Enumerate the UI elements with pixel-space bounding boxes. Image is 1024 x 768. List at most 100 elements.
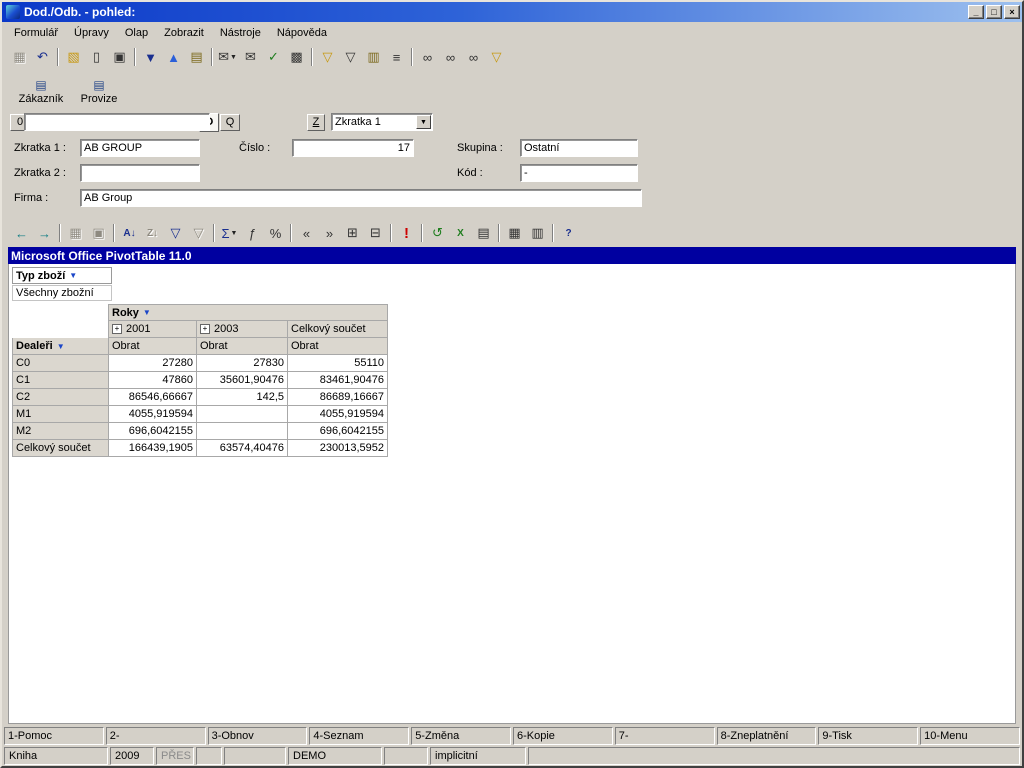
main-toolbar: ▦ ↶ ▧ ▯ ▣ ▼ ▲ ▤ ✉▼ ✉ ✓ ▩ ▽ ▽ ▥ ≡ ∞ ∞ ∞ ▽ [2,43,1022,71]
column-header-grand-total[interactable]: Celkový součet [288,321,388,338]
filter-clear-icon[interactable]: ▽ [485,46,508,68]
pivot-column-field[interactable]: Roky ▼ [109,304,388,321]
fkey-7[interactable]: 7- [615,727,715,745]
row-header-m1[interactable]: M1 [12,406,109,423]
row-header-grand-total[interactable]: Celkový součet [12,440,109,457]
fkey-10-menu[interactable]: 10-Menu [920,727,1020,745]
find-next-icon[interactable]: ∞ [439,46,462,68]
validate-icon[interactable]: ✓ [262,46,285,68]
open-folder-icon[interactable]: ▧ [62,46,85,68]
cislo-field[interactable] [292,139,414,157]
save-icon[interactable]: ▦ [64,222,87,244]
show-details-icon[interactable]: ▦ [503,222,526,244]
zkratka1-field[interactable] [80,139,200,157]
fkey-9-tisk[interactable]: 9-Tisk [818,727,918,745]
mail-merge-icon[interactable]: ✉▼ [216,46,239,68]
firma-field[interactable] [80,189,642,207]
pivot-filter-field[interactable]: Typ zboží ▼ [12,267,112,284]
pivot-title-bar: Microsoft Office PivotTable 11.0 [8,247,1016,264]
row-header-c0[interactable]: C0 [12,355,109,372]
expand-icon[interactable]: ⊞ [341,222,364,244]
fkey-4-seznam[interactable]: 4-Seznam [309,727,409,745]
autosum-icon[interactable]: Σ▼ [218,222,241,244]
back-icon[interactable]: ← [10,222,33,244]
pivot-row-field[interactable]: Dealeři ▼ [12,338,109,355]
commission-button-label: Provize [81,93,118,105]
fkey-1-pomoc[interactable]: 1-Pomoc [4,727,104,745]
print-icon[interactable]: ▤ [472,222,495,244]
quick-search-input[interactable] [24,113,210,131]
undo-icon[interactable]: ↶ [31,46,54,68]
filter-form-icon[interactable]: ▽ [339,46,362,68]
forward-icon[interactable]: → [33,222,56,244]
column-header-2003[interactable]: + 2003 [197,321,288,338]
filter-icon[interactable]: ▽ [316,46,339,68]
move-down-icon[interactable]: ▼ [139,46,162,68]
minimize-button-icon[interactable]: _ [968,5,984,19]
pivot-cell: 47860 [109,372,197,389]
measure-header[interactable]: Obrat [109,338,197,355]
menu-nastroje[interactable]: Nástroje [212,24,269,42]
find-special-icon[interactable]: ∞ [462,46,485,68]
search-field-combobox[interactable]: Zkratka 1 ▼ [331,113,433,131]
row-header-m2[interactable]: M2 [12,423,109,440]
toolbar-separator [411,48,413,66]
fkey-6-kopie[interactable]: 6-Kopie [513,727,613,745]
find-icon[interactable]: ∞ [416,46,439,68]
expand-icon[interactable]: + [200,324,210,334]
firma-label: Firma : [14,189,48,207]
measure-header[interactable]: Obrat [197,338,288,355]
status-empty-4 [528,747,1020,765]
fkey-5-zmena[interactable]: 5-Změna [411,727,511,745]
field-list-icon[interactable]: ▥ [526,222,549,244]
help-icon[interactable]: ? [557,222,580,244]
tab-q[interactable]: Q [220,114,240,131]
filter-by-selection-icon[interactable]: ▽ [187,222,210,244]
menu-olap[interactable]: Olap [117,24,156,42]
copy-icon[interactable]: ▣ [87,222,110,244]
new-document-icon[interactable]: ▯ [85,46,108,68]
kod-field[interactable] [520,164,638,182]
column-header-2001[interactable]: + 2001 [109,321,197,338]
tree-view-icon[interactable]: ≡ [385,46,408,68]
toolbar-separator [59,224,61,242]
percent-icon[interactable]: % [264,222,287,244]
zkratka2-field[interactable] [80,164,200,182]
mail-icon[interactable]: ✉ [239,46,262,68]
refresh-icon[interactable]: ↺ [426,222,449,244]
chevron-down-icon[interactable]: ▼ [416,115,431,129]
menu-formular[interactable]: Formulář [6,24,66,42]
z-button[interactable]: Z [307,114,325,131]
measure-header[interactable]: Obrat [288,338,388,355]
autofilter-icon[interactable]: ▽ [164,222,187,244]
collapse-icon[interactable]: ⊟ [364,222,387,244]
paste-special-icon[interactable]: ▤ [185,46,208,68]
column-field-label: Roky [112,307,139,319]
sort-ascending-icon[interactable]: A↓ [118,222,141,244]
row-header-c1[interactable]: C1 [12,372,109,389]
menu-upravy[interactable]: Úpravy [66,24,117,42]
copy-icon[interactable]: ▣ [108,46,131,68]
customer-button[interactable]: ▤ Zákazník [14,73,68,109]
fkey-3-obnov[interactable]: 3-Obnov [208,727,308,745]
sort-descending-icon[interactable]: Z↓ [141,222,164,244]
alert-icon[interactable]: ! [395,222,418,244]
expand-icon[interactable]: + [112,324,122,334]
commission-button[interactable]: ▤ Provize [72,73,126,109]
fkey-8-zneplatneni[interactable]: 8-Zneplatnění [717,727,817,745]
move-field-left-icon[interactable]: « [295,222,318,244]
move-field-right-icon[interactable]: » [318,222,341,244]
save-icon[interactable]: ▦ [8,46,31,68]
move-up-icon[interactable]: ▲ [162,46,185,68]
skupina-field[interactable] [520,139,638,157]
maximize-button-icon[interactable]: □ [986,5,1002,19]
menu-napoveda[interactable]: Nápověda [269,24,335,42]
book-export-icon[interactable]: ▥ [362,46,385,68]
menu-zobrazit[interactable]: Zobrazit [156,24,212,42]
grid-icon[interactable]: ▩ [285,46,308,68]
fkey-2[interactable]: 2- [106,727,206,745]
close-button-icon[interactable]: × [1004,5,1020,19]
calculated-field-icon[interactable]: ƒ [241,222,264,244]
export-excel-icon[interactable]: X [449,222,472,244]
row-header-c2[interactable]: C2 [12,389,109,406]
